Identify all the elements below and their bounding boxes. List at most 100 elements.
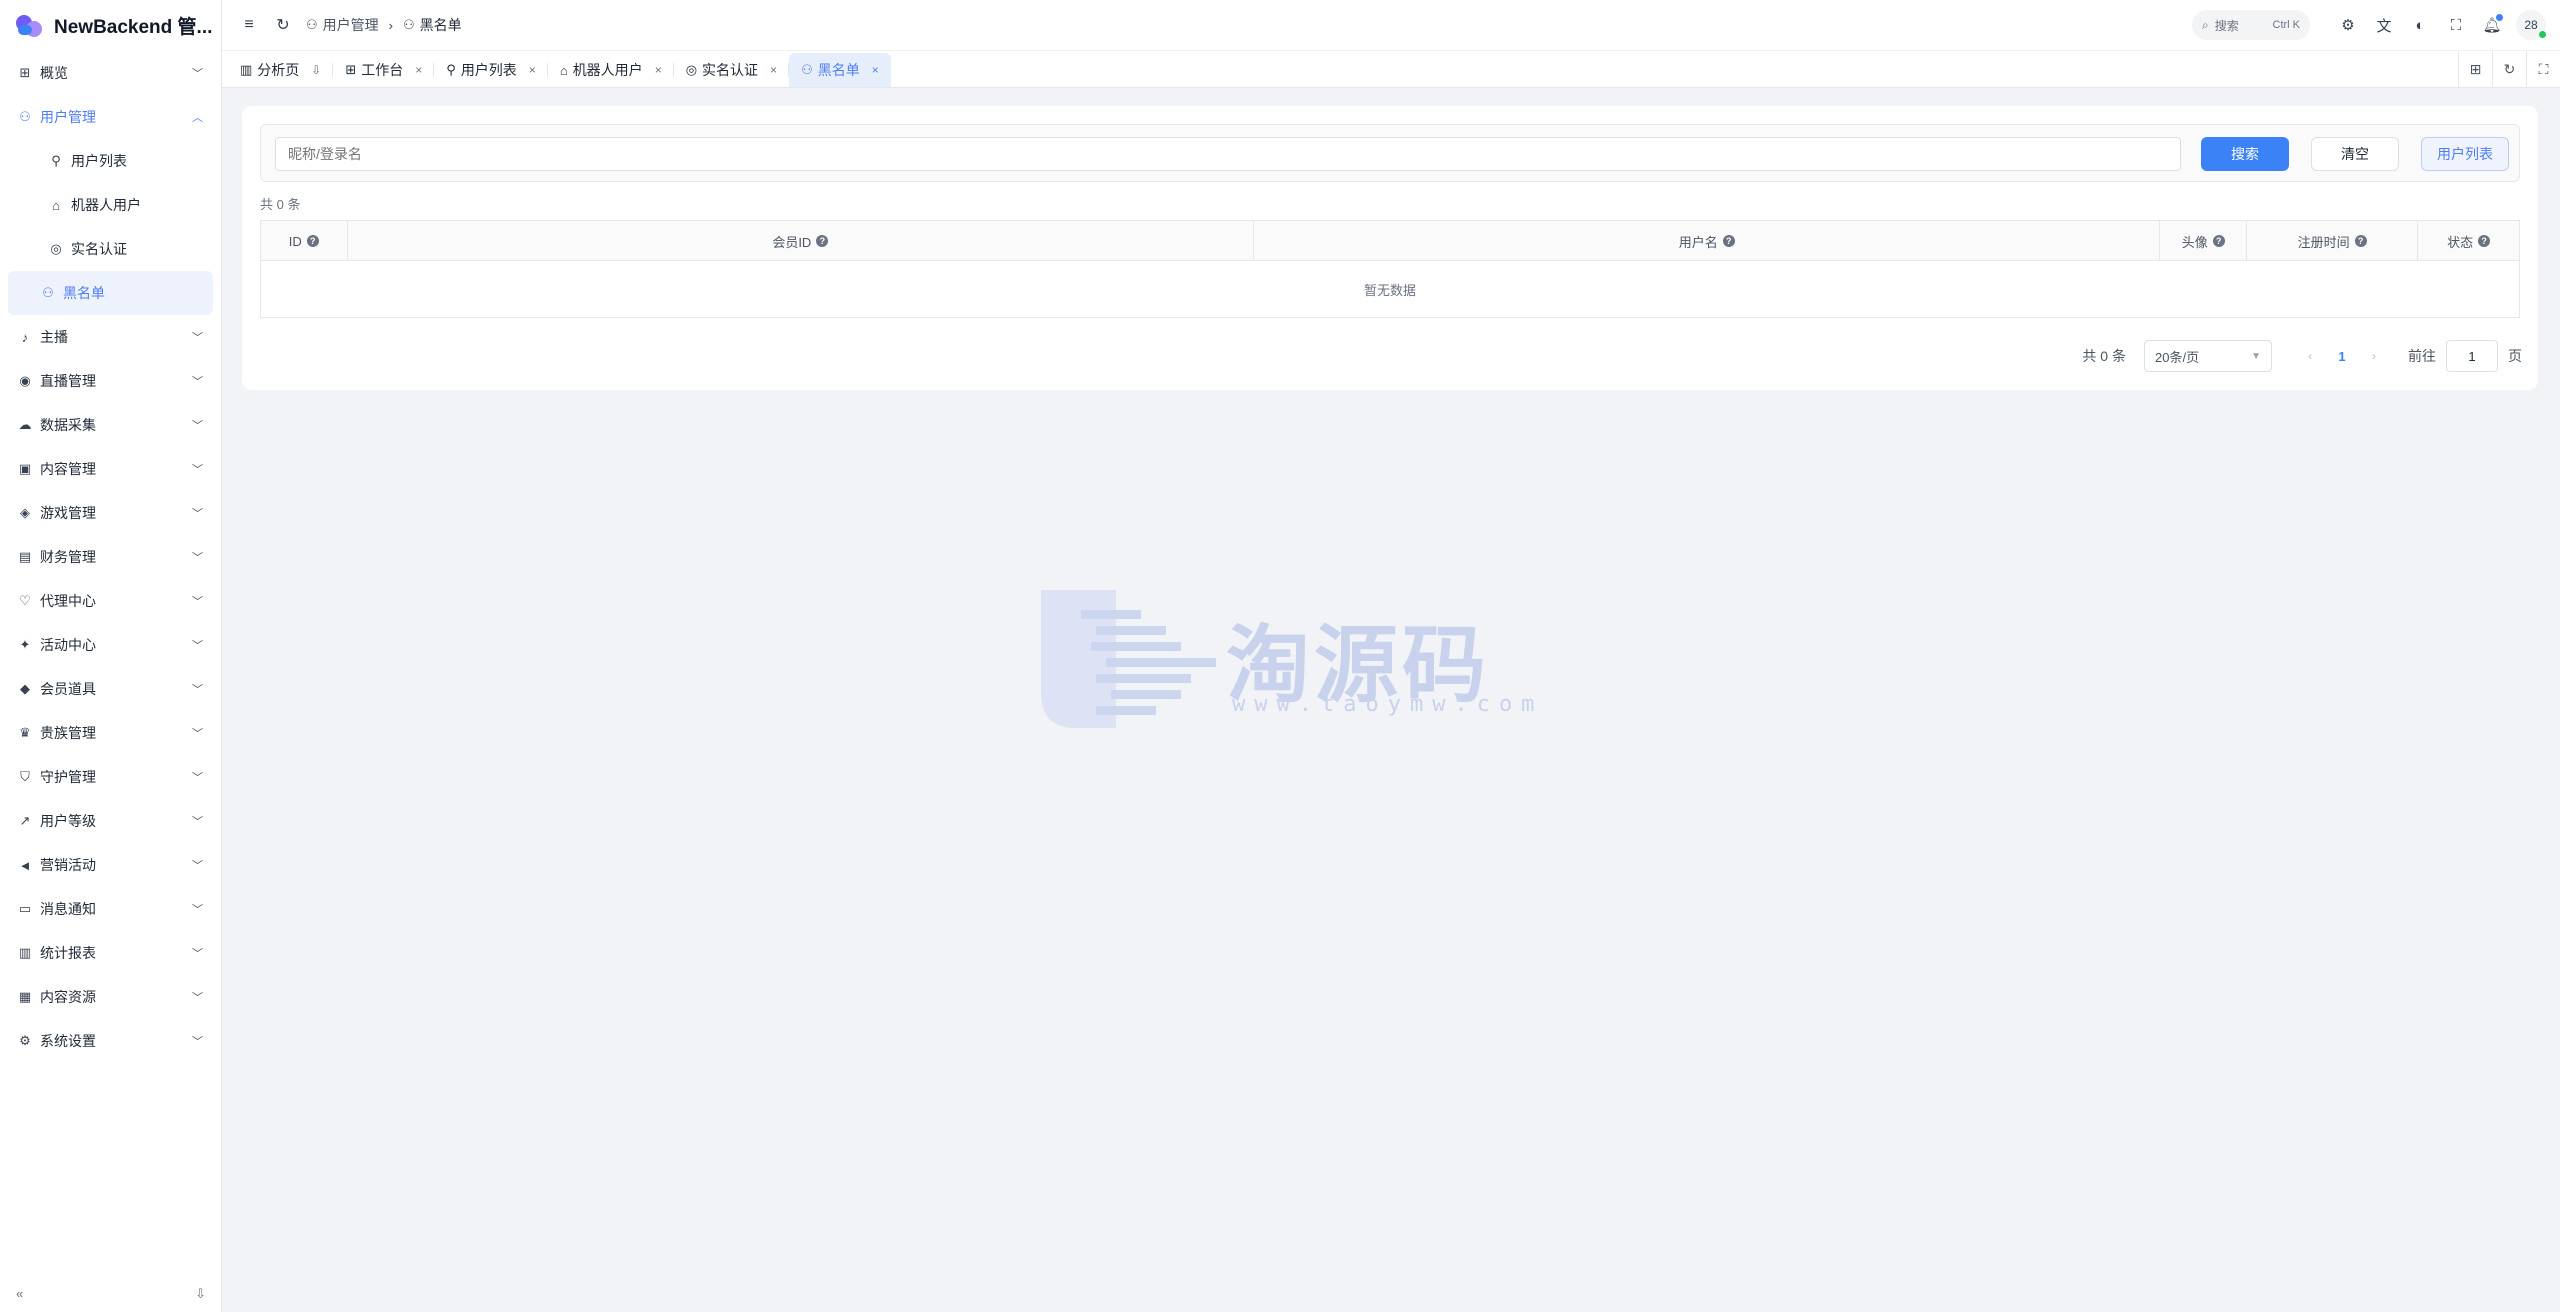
help-icon[interactable]: ? (1722, 235, 1735, 247)
pin-icon[interactable]: ⇩ (311, 63, 321, 77)
nickname-login-input[interactable] (275, 137, 2181, 171)
chevron-down-icon: ﹀ (192, 376, 203, 388)
gamepad-icon: ◈ (20, 505, 30, 520)
user-list-button[interactable]: 用户列表 (2421, 137, 2509, 171)
fullscreen-icon[interactable]: ⛶ (2438, 17, 2474, 34)
sidebar-item-game-management[interactable]: ◈ 游戏管理 ﹀ (0, 491, 221, 535)
sidebar-item-label: 主播 (40, 329, 68, 345)
sidebar-item-blacklist[interactable]: ⚇ 黑名单 (8, 271, 213, 315)
collapse-sidebar-icon[interactable]: « (16, 1286, 23, 1302)
sidebar-item-noble-management[interactable]: ♛ 贵族管理 ﹀ (0, 711, 221, 755)
verify-icon: ◎ (50, 241, 62, 256)
sidebar-item-notifications[interactable]: ▭ 消息通知 ﹀ (0, 887, 221, 931)
chevron-down-icon: ﹀ (192, 860, 203, 872)
sidebar-item-content-management[interactable]: ▣ 内容管理 ﹀ (0, 447, 221, 491)
sidebar-item-marketing[interactable]: ◄ 营销活动 ﹀ (0, 843, 221, 887)
sidebar-item-guard-management[interactable]: ⛉ 守护管理 ﹀ (0, 755, 221, 799)
prev-page-icon[interactable]: ‹ (2294, 349, 2326, 363)
column-header: 会员ID? (348, 221, 1255, 261)
cloud-icon: ☁ (18, 417, 32, 432)
sidebar-item-member-props[interactable]: ◆ 会员道具 ﹀ (0, 667, 221, 711)
sidebar-item-anchor[interactable]: ♪ 主播 ﹀ (0, 315, 221, 359)
search-button[interactable]: 搜索 (2201, 137, 2289, 171)
tab-label: 分析页 (257, 62, 300, 78)
chevron-up-icon: ︿ (192, 112, 203, 124)
clear-button[interactable]: 清空 (2311, 137, 2399, 171)
page-size-select[interactable]: 20条/页 ▼ (2144, 340, 2272, 372)
goto-page-input[interactable]: 1 (2446, 340, 2498, 372)
notification-bell-icon[interactable]: 🔔︎ (2474, 14, 2510, 34)
sidebar-item-label: 用户列表 (71, 153, 127, 169)
chart-icon: ▥ (240, 62, 253, 77)
help-icon[interactable]: ? (2478, 235, 2491, 247)
menu-toggle-icon[interactable]: ≡ (238, 16, 260, 34)
tab-6[interactable]: ⚇ 黑名单 × (789, 53, 891, 87)
tab-label: 用户列表 (460, 62, 517, 78)
close-icon[interactable]: × (415, 63, 422, 77)
settings-icon[interactable]: ⚙ (2330, 16, 2366, 34)
sidebar-item-system-settings[interactable]: ⚙ 系统设置 ﹀ (0, 1019, 221, 1063)
sidebar-item-label: 数据采集 (40, 417, 96, 433)
page-number[interactable]: 1 (2326, 349, 2358, 364)
global-search[interactable]: ⌕ 搜索 Ctrl K (2192, 10, 2310, 40)
sidebar-item-label: 直播管理 (40, 373, 96, 389)
tab-5[interactable]: ◎ 实名认证 × (674, 53, 790, 87)
tab-maximize-icon[interactable]: ⛶ (2526, 51, 2560, 87)
goto-label: 前往 (2408, 348, 2436, 364)
tab-refresh-icon[interactable]: ↻ (2492, 51, 2526, 87)
chart-icon: ▥ (18, 945, 32, 960)
sidebar-nav: ⊞ 概览 ﹀ ⚇ 用户管理 ︿ ⚲ 用户列表 ⌂ 机器人用户 ◎ 实名认证 ⚇ 黑名单 ♪ 主播 ﹀ ◉ 直播管理 ﹀… (0, 51, 221, 1063)
close-icon[interactable]: × (770, 63, 777, 77)
sidebar-item-label: 机器人用户 (71, 197, 141, 213)
sidebar-item-content-resources[interactable]: ▦ 内容资源 ﹀ (0, 975, 221, 1019)
sidebar-item-real-name-auth[interactable]: ◎ 实名认证 (8, 227, 213, 271)
sidebar-item-label: 代理中心 (40, 593, 96, 609)
sidebar-item-finance-management[interactable]: ▤ 财务管理 ﹀ (0, 535, 221, 579)
sidebar-item-label: 实名认证 (71, 241, 127, 257)
tab-2[interactable]: ⊞ 工作台 × (333, 53, 435, 87)
column-header-label: 注册时间 (2297, 234, 2350, 250)
sidebar-item-activity-center[interactable]: ✦ 活动中心 ﹀ (0, 623, 221, 667)
sidebar: NewBackend 管... ⊞ 概览 ﹀ ⚇ 用户管理 ︿ ⚲ 用户列表 ⌂ 机器人用户 ◎ 实名… (0, 0, 222, 1312)
help-icon[interactable]: ? (2212, 235, 2225, 247)
user-icon: ⚲ (446, 62, 456, 77)
help-icon[interactable]: ? (2354, 235, 2367, 247)
sidebar-item-overview[interactable]: ⊞ 概览 ﹀ (0, 51, 221, 95)
pin-icon[interactable]: ⇩ (195, 1286, 206, 1302)
tab-grid-icon[interactable]: ⊞ (2458, 51, 2492, 87)
help-icon[interactable]: ? (306, 235, 319, 247)
page-suffix: 页 (2508, 348, 2522, 364)
translate-icon[interactable]: 文 (2366, 15, 2402, 36)
sidebar-item-statistics[interactable]: ▥ 统计报表 ﹀ (0, 931, 221, 975)
search-icon: ⌕ (2202, 17, 2209, 32)
header-actions: ⌕ 搜索 Ctrl K ⚙ 文 ◐ ⛶ 🔔︎ 28 (2192, 0, 2546, 50)
avatar[interactable]: 28 (2516, 10, 2546, 40)
sidebar-item-live-management[interactable]: ◉ 直播管理 ﹀ (0, 359, 221, 403)
close-icon[interactable]: × (655, 63, 662, 77)
sidebar-item-user-management[interactable]: ⚇ 用户管理 ︿ (0, 95, 221, 139)
breadcrumb-item-user-management[interactable]: 用户管理 (323, 15, 379, 35)
sidebar-item-robot-users[interactable]: ⌂ 机器人用户 (8, 183, 213, 227)
sidebar-item-label: 贵族管理 (40, 725, 96, 741)
sidebar-item-user-level[interactable]: ↗ 用户等级 ﹀ (0, 799, 221, 843)
message-icon: ▭ (18, 901, 32, 916)
breadcrumb-blacklist-icon: ⚇ (403, 17, 415, 32)
close-icon[interactable]: × (529, 63, 536, 77)
sidebar-item-label: 营销活动 (40, 857, 96, 873)
sidebar-item-agent-center[interactable]: ♡ 代理中心 ﹀ (0, 579, 221, 623)
app-logo-row[interactable]: NewBackend 管... (0, 0, 221, 50)
mic-icon: ♪ (21, 329, 29, 345)
tab-1[interactable]: ▥ 分析页 ⇩ (228, 53, 334, 87)
next-page-icon[interactable]: › (2358, 349, 2390, 363)
chevron-down-icon: ﹀ (192, 68, 203, 80)
tab-4[interactable]: ⌂ 机器人用户 × (548, 53, 674, 87)
tab-3[interactable]: ⚲ 用户列表 × (434, 53, 548, 87)
refresh-icon[interactable]: ↻ (272, 15, 294, 35)
theme-toggle-icon[interactable]: ◐ (2402, 17, 2438, 34)
sidebar-item-data-collection[interactable]: ☁ 数据采集 ﹀ (0, 403, 221, 447)
notification-dot (2496, 14, 2503, 21)
help-icon[interactable]: ? (816, 235, 829, 247)
global-search-label: 搜索 (2214, 18, 2239, 33)
close-icon[interactable]: × (872, 63, 879, 77)
sidebar-item-user-list[interactable]: ⚲ 用户列表 (8, 139, 213, 183)
